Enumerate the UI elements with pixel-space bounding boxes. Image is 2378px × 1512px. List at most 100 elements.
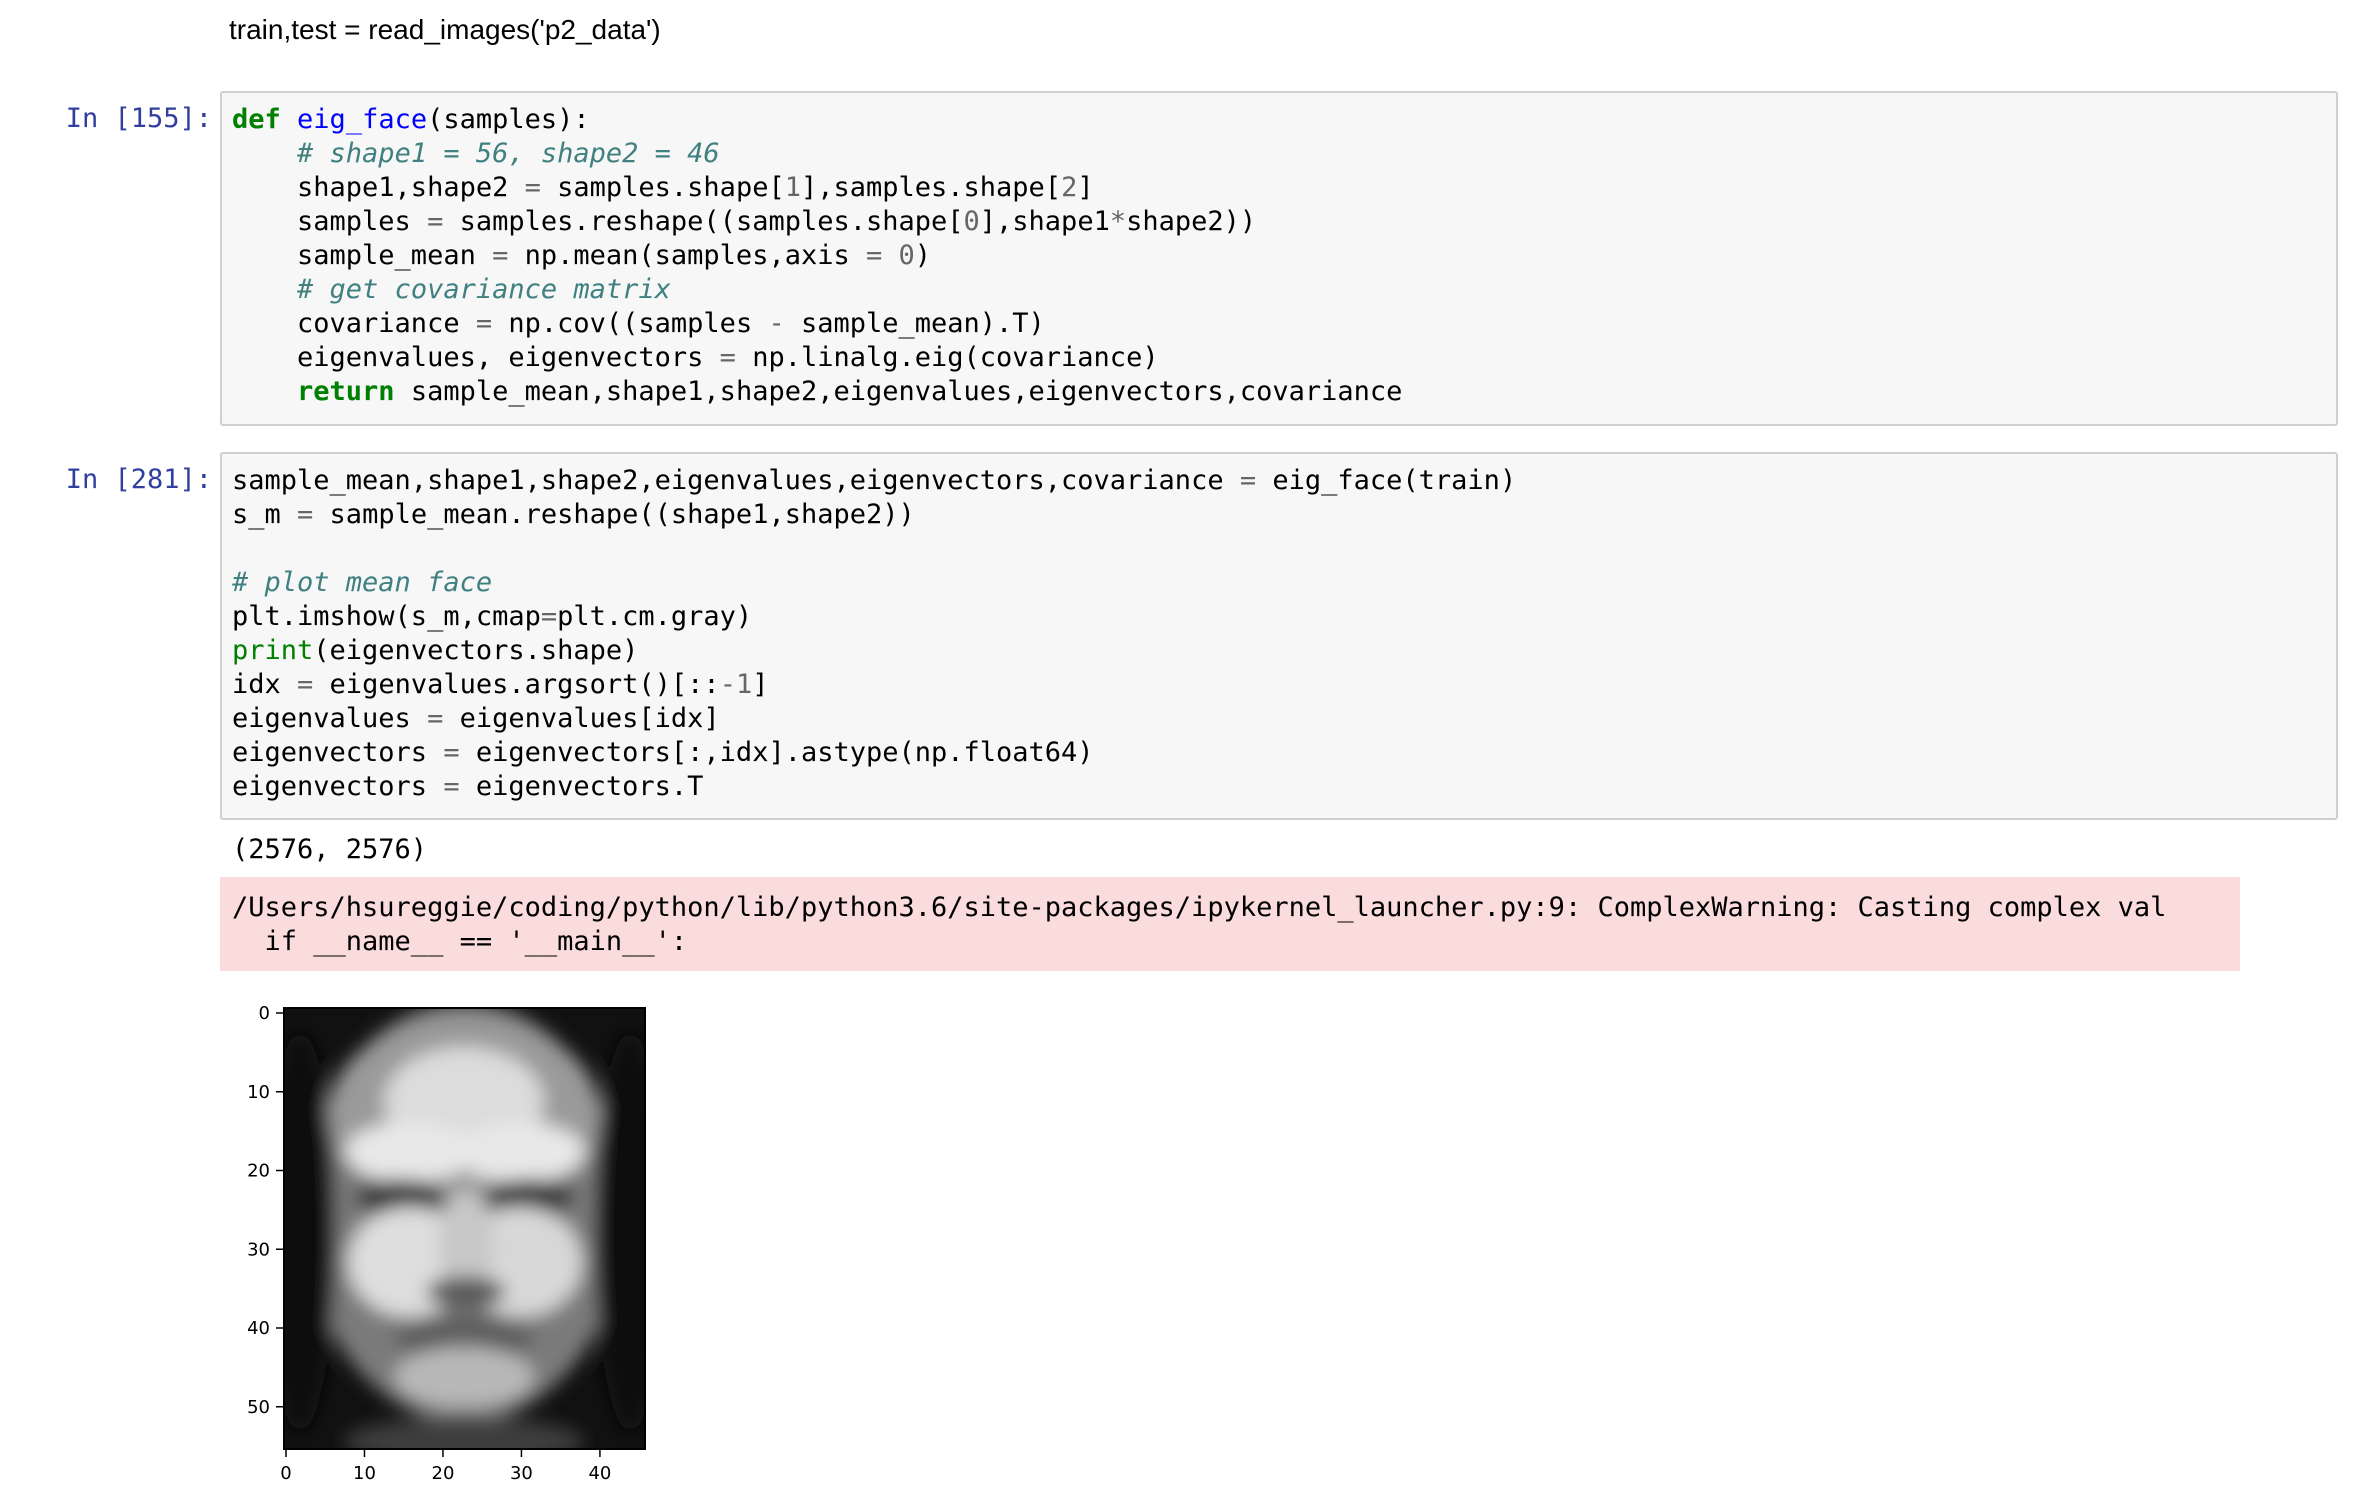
y-tick-label: 0: [259, 1003, 270, 1024]
code-line: # shape1 = 56, shape2 = 46: [232, 137, 2336, 171]
code-token: -: [768, 308, 785, 339]
code-line: covariance = np.cov((samples - sample_me…: [232, 307, 2336, 341]
code-token: samples: [232, 206, 428, 237]
code-cell-eig-face[interactable]: def eig_face(samples): # shape1 = 56, sh…: [220, 91, 2338, 426]
code-token: ],samples.shape[: [800, 172, 1062, 203]
y-tick-label: 30: [247, 1239, 270, 1260]
code-token: 2: [1061, 172, 1078, 203]
code-token: sample_mean,shape1,shape2,eigenvalues,ei…: [394, 376, 1403, 407]
code-token: s_m: [232, 499, 298, 530]
code-token: =: [540, 601, 558, 632]
code-token: sample_mean,shape1,shape2,eigenvalues,ei…: [232, 465, 1240, 496]
x-tick-label: 40: [588, 1463, 611, 1484]
stderr-line: /Users/hsureggie/coding/python/lib/pytho…: [232, 892, 2167, 923]
code-token: 1: [784, 172, 801, 203]
code-token: =: [297, 499, 314, 530]
stdout-output: (2576, 2576): [232, 834, 428, 865]
code-token: (eigenvectors.shape): [313, 635, 639, 666]
code-token: sample_mean).T): [784, 308, 1045, 339]
code-line: # plot mean face: [232, 566, 2336, 600]
code-token: =: [719, 342, 736, 373]
code-token: eig_face: [297, 104, 428, 135]
code-token: ]: [752, 669, 769, 700]
code-token: *: [1109, 206, 1127, 237]
x-tick-label: 30: [510, 1463, 533, 1484]
code-token: eigenvalues: [232, 703, 428, 734]
code-token: =: [865, 240, 883, 271]
code-line: return sample_mean,shape1,shape2,eigenva…: [232, 375, 2336, 409]
code-token: plt.imshow(s_m,cmap: [232, 601, 541, 632]
mean-face-plot: 0 10 20 30 40 0 10 20 30 40 50: [220, 992, 680, 1492]
code-line: # get covariance matrix: [232, 273, 2336, 307]
x-tick-label: 20: [432, 1463, 455, 1484]
code-token: covariance: [232, 308, 476, 339]
code-line: sample_mean,shape1,shape2,eigenvalues,ei…: [232, 464, 2336, 498]
code-token: =: [443, 771, 460, 802]
code-token: ]: [1077, 172, 1094, 203]
code-token: samples.shape[: [540, 172, 785, 203]
y-tick-label: 50: [247, 1397, 270, 1418]
code-token: np.mean(samples,axis: [508, 240, 866, 271]
code-token: eig_face(train): [1256, 465, 1517, 496]
code-cell-mean-face[interactable]: sample_mean,shape1,shape2,eigenvalues,ei…: [220, 452, 2338, 820]
code-token: =: [524, 172, 541, 203]
code-token: print: [232, 635, 314, 666]
code-token: plt.cm.gray): [557, 601, 753, 632]
code-line: idx = eigenvalues.argsort()[::-1]: [232, 668, 2336, 702]
mean-face-plot-svg: 0 10 20 30 40 0 10 20 30 40 50: [247, 1003, 646, 1484]
y-tick-label: 10: [247, 1082, 270, 1103]
mean-face-image: [283, 1007, 646, 1450]
code-token: return: [297, 376, 395, 407]
code-token: samples.reshape((samples.shape[: [443, 206, 964, 237]
code-token: eigenvectors.T: [459, 771, 704, 802]
code-token: np.cov((samples: [492, 308, 769, 339]
code-token: np.linalg.eig(covariance): [735, 342, 1159, 373]
previous-cell-code-line: train,test = read_images('p2_data'): [229, 14, 661, 45]
code-token: eigenvalues, eigenvectors: [232, 342, 720, 373]
code-token: def: [232, 104, 281, 135]
code-line: eigenvectors = eigenvectors[:,idx].astyp…: [232, 736, 2336, 770]
code-token: eigenvectors: [232, 771, 444, 802]
code-token: idx: [232, 669, 298, 700]
code-line: plt.imshow(s_m,cmap=plt.cm.gray): [232, 600, 2336, 634]
code-token: 1: [735, 669, 753, 700]
code-token: =: [297, 669, 314, 700]
code-token: eigenvalues[idx]: [443, 703, 720, 734]
code-line: sample_mean = np.mean(samples,axis = 0): [232, 239, 2336, 273]
code-line: eigenvalues = eigenvalues[idx]: [232, 702, 2336, 736]
code-line: print(eigenvectors.shape): [232, 634, 2336, 668]
code-line: s_m = sample_mean.reshape((shape1,shape2…: [232, 498, 2336, 532]
code-token: # plot mean face: [232, 567, 493, 598]
code-token: =: [475, 308, 493, 339]
code-token: sample_mean.reshape((shape1,shape2)): [313, 499, 915, 530]
code-token: =: [492, 240, 509, 271]
code-token: # shape1 = 56, shape2 = 46: [297, 138, 720, 169]
code-line: shape1,shape2 = samples.shape[1],samples…: [232, 171, 2336, 205]
code-token: =: [1239, 465, 1257, 496]
code-token: eigenvectors[:,idx].astype(np.float64): [459, 737, 1094, 768]
cell-prompt-155: In [155]:: [65, 103, 212, 134]
code-token: # get covariance matrix: [297, 274, 671, 305]
code-line: eigenvalues, eigenvectors = np.linalg.ei…: [232, 341, 2336, 375]
code-token: 0: [963, 206, 980, 237]
stderr-warning-box: /Users/hsureggie/coding/python/lib/pytho…: [220, 877, 2240, 971]
y-tick-label: 20: [247, 1161, 270, 1182]
code-token: eigenvalues.argsort()[::: [313, 669, 720, 700]
code-token: shape1,shape2: [232, 172, 525, 203]
cell-prompt-281: In [281]:: [65, 464, 212, 495]
code-token: shape2)): [1126, 206, 1257, 237]
code-token: -: [719, 669, 736, 700]
code-token: ): [914, 240, 932, 271]
code-token: =: [443, 737, 460, 768]
stderr-line: if __name__ == '__main__':: [232, 926, 688, 957]
code-line: def eig_face(samples):: [232, 103, 2336, 137]
x-tick-label: 10: [353, 1463, 376, 1484]
code-token: 0: [898, 240, 915, 271]
code-line: eigenvectors = eigenvectors.T: [232, 770, 2336, 804]
code-token: =: [427, 703, 444, 734]
